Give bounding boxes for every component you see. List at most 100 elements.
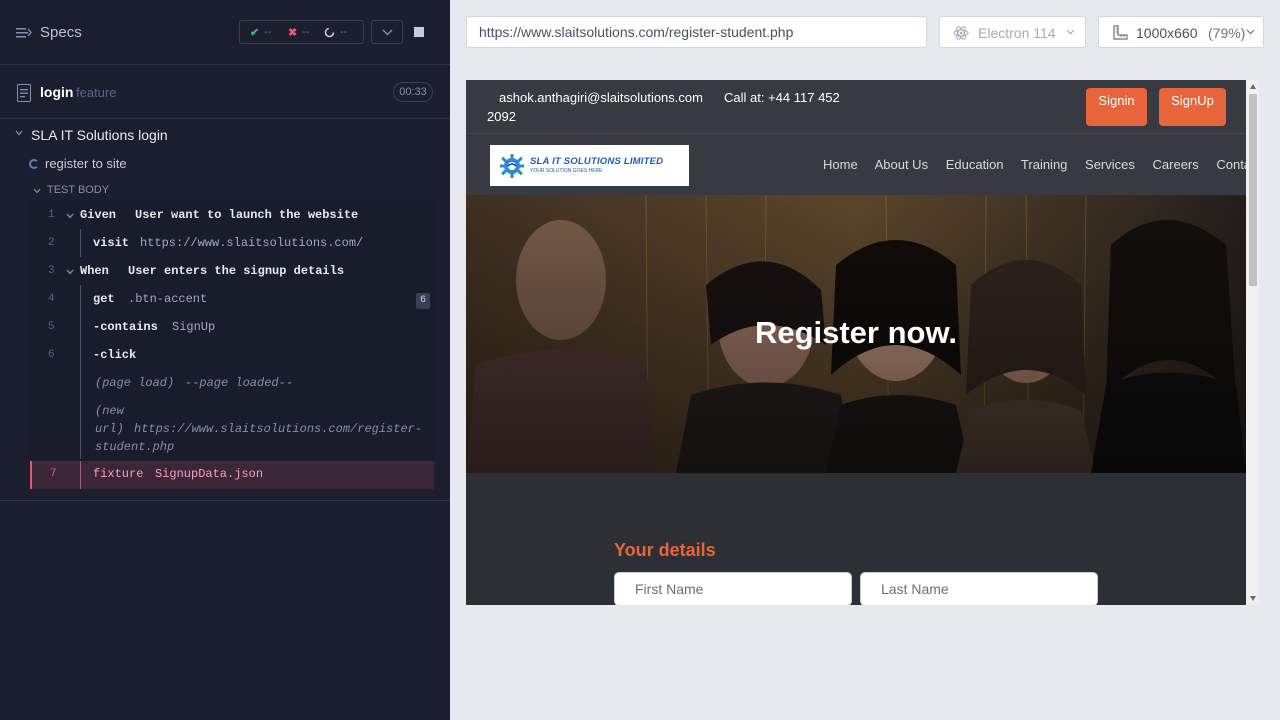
event-message: https://www.slaitsolutions.com/register- (134, 422, 423, 436)
suite-title[interactable]: SLA IT Solutions login (31, 127, 168, 143)
indent-line (80, 369, 81, 397)
command-row[interactable]: 5 -contains SignUp (30, 313, 434, 341)
chevron-down-icon (382, 29, 393, 36)
command-name: visit (93, 236, 130, 250)
run-duration: 00:33 (393, 82, 433, 102)
nav-home[interactable]: Home (823, 157, 858, 172)
command-log: Specs ✔ -- ✖ -- -- login feature 00:33 S… (0, 0, 450, 720)
command-name: -click (93, 348, 137, 362)
test-title[interactable]: register to site (45, 156, 127, 171)
command-row-active[interactable]: 7 fixture SignupData.json (30, 461, 434, 489)
url-bar[interactable]: https://www.slaitsolutions.com/register-… (466, 16, 927, 48)
chevron-down-icon (1066, 29, 1075, 35)
command-row[interactable]: 2 visit https://www.slaitsolutions.com/ (30, 229, 434, 257)
site-logo[interactable]: SLA IT SOLUTIONS LIMITED YOUR SOLUTION G… (490, 145, 689, 186)
signup-button[interactable]: SignUp (1159, 88, 1226, 126)
command-row[interactable]: 1 Given User want to launch the website (30, 201, 434, 229)
pending-icon (324, 27, 335, 38)
logo-text: SLA IT SOLUTIONS LIMITED (530, 156, 664, 167)
passed-count: -- (264, 26, 272, 38)
site-topbar: ashok.anthagiri@slaitsolutions.com Call … (466, 80, 1246, 133)
app-under-test-pane: https://www.slaitsolutions.com/register-… (450, 0, 1280, 720)
hero-banner: Register now. (466, 195, 1246, 473)
command-row[interactable]: 4 get .btn-accent 6 (30, 285, 434, 313)
command-message: User enters the signup details (128, 264, 345, 278)
viewport-selector[interactable]: 1000x660 (79%) (1098, 16, 1264, 48)
ruler-icon (1113, 25, 1128, 40)
divider (0, 500, 450, 501)
command-number: 7 (50, 468, 57, 480)
indent-line (80, 397, 81, 459)
chevron-down-icon (1246, 29, 1255, 35)
command-message: .btn-accent (128, 292, 208, 306)
command-number: 2 (48, 237, 55, 249)
caret-down-icon[interactable] (14, 128, 24, 138)
specs-label[interactable]: Specs (40, 24, 82, 41)
scrollbar-thumb[interactable] (1249, 94, 1257, 286)
failed-count: -- (302, 26, 310, 38)
contact-phone-tail: 2092 (487, 109, 516, 124)
spec-name: login (40, 84, 74, 100)
scroll-up-icon[interactable] (1250, 84, 1256, 89)
last-name-input[interactable]: Last Name (860, 572, 1098, 605)
indent-line (80, 341, 81, 369)
iframe-scrollbar[interactable] (1246, 80, 1259, 605)
stop-button[interactable] (404, 20, 436, 44)
command-message: User want to launch the website (135, 208, 359, 222)
browser-selector[interactable]: Electron 114 (939, 16, 1086, 48)
command-list: 1 Given User want to launch the website … (30, 201, 434, 489)
registration-form: Your details First Name Last Name (466, 473, 1246, 605)
command-number: 5 (48, 321, 55, 333)
section-title: Your details (614, 540, 716, 560)
command-message: SignupData.json (155, 467, 264, 481)
chevron-down-icon[interactable] (66, 212, 74, 220)
chevron-down-icon[interactable] (66, 268, 74, 276)
element-count-badge: 6 (416, 293, 430, 309)
nav-education[interactable]: Education (946, 157, 1004, 172)
contact-email[interactable]: ashok.anthagiri@slaitsolutions.com (499, 90, 703, 105)
aut-iframe: ashok.anthagiri@slaitsolutions.com Call … (466, 80, 1259, 605)
menu-icon[interactable] (16, 25, 32, 41)
hero-title: Register now. (754, 315, 958, 350)
command-name: get (93, 292, 115, 306)
indent-line (80, 313, 81, 341)
running-spinner-icon (29, 159, 39, 169)
gear-logo-icon (500, 154, 524, 178)
indent-line (80, 285, 81, 313)
browser-name: Electron 114 (978, 25, 1056, 41)
command-keyword: When (80, 264, 109, 278)
document-icon (17, 84, 31, 102)
command-name: -contains (93, 320, 158, 334)
nav-training[interactable]: Training (1021, 157, 1067, 172)
specs-header: Specs ✔ -- ✖ -- -- (0, 0, 450, 65)
signin-button[interactable]: Signin (1086, 88, 1147, 126)
spec-extension: feature (76, 85, 117, 100)
caret-down-icon[interactable] (33, 187, 41, 195)
scroll-down-icon[interactable] (1250, 596, 1256, 601)
test-body-title: TEST BODY (47, 184, 110, 196)
command-name: fixture (93, 467, 144, 481)
event-message: student.php (95, 440, 175, 454)
electron-icon (953, 26, 969, 40)
nav-about-us[interactable]: About Us (875, 157, 928, 172)
stop-icon (414, 27, 424, 37)
indent-line (80, 461, 81, 489)
command-row[interactable]: 6 -click (30, 341, 434, 369)
event-label: (new (95, 404, 124, 418)
first-name-input[interactable]: First Name (614, 572, 852, 605)
command-number: 1 (48, 209, 55, 221)
run-stats: ✔ -- ✖ -- -- (239, 20, 364, 44)
contact-phone: Call at: +44 117 452 (724, 90, 840, 105)
nav-services[interactable]: Services (1085, 157, 1135, 172)
site-navbar: SLA IT SOLUTIONS LIMITED YOUR SOLUTION G… (466, 133, 1259, 195)
command-row[interactable]: 3 When User enters the signup details (30, 257, 434, 285)
command-event-row[interactable]: (page load) --page loaded-- (30, 369, 434, 397)
command-number: 4 (48, 293, 55, 305)
command-event-row[interactable]: (new url) https://www.slaitsolutions.com… (30, 397, 434, 459)
logo-tagline: YOUR SOLUTION GOES HERE (530, 168, 603, 174)
nav-careers[interactable]: Careers (1153, 157, 1199, 172)
auto-scroll-button[interactable] (371, 20, 403, 44)
pass-icon: ✔ (250, 27, 260, 39)
pending-count: -- (340, 26, 348, 38)
indent-line (80, 229, 81, 257)
